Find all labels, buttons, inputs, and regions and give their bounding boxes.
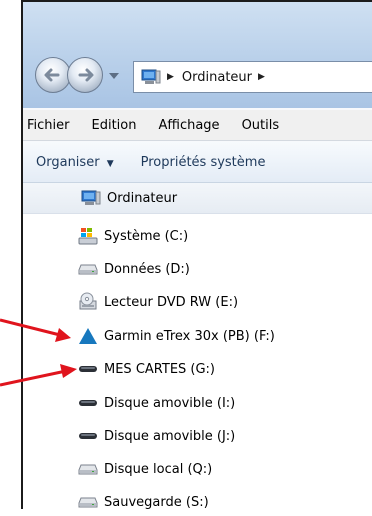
windows-drive-icon [78,226,98,246]
tree-root-row[interactable]: Ordinateur [23,183,372,214]
explorer-window: ▶ Ordinateur ▶ Fichier Edition Affichage… [21,0,372,510]
removable-drive-icon [78,393,98,413]
menu-fichier[interactable]: Fichier [27,118,70,133]
back-button[interactable] [35,57,71,93]
system-properties-button[interactable]: Propriétés système [141,155,266,170]
breadcrumb-ordinateur[interactable]: Ordinateur [182,70,252,85]
drive-row-f[interactable]: Garmin eTrex 30x (PB) (F:) [78,322,275,350]
garmin-triangle-icon [78,326,98,346]
navigation-buttons [33,57,148,97]
chevron-down-icon: ▼ [106,158,114,169]
hard-drive-icon [78,459,98,479]
menu-affichage[interactable]: Affichage [158,118,219,133]
computer-icon [81,188,101,208]
menu-bar: Fichier Edition Affichage Outils [23,110,372,141]
chevron-right-icon[interactable]: ▶ [258,72,265,82]
organize-label: Organiser [36,154,100,170]
navigation-pane: Ordinateur Système (C:) Données (D:) Lec… [23,183,372,510]
computer-icon [141,69,161,84]
drive-row-d[interactable]: Données (D:) [78,255,190,283]
dvd-drive-icon [78,292,98,312]
drive-label: Disque amovible (J:) [104,428,236,444]
drive-label: Disque amovible (I:) [104,395,236,411]
drive-label: Sauvegarde (S:) [104,494,209,510]
drive-row-g[interactable]: MES CARTES (G:) [78,355,215,383]
drive-row-e[interactable]: Lecteur DVD RW (E:) [78,288,238,316]
recent-pages-dropdown[interactable] [109,73,119,79]
drive-row-j[interactable]: Disque amovible (J:) [78,422,235,450]
menu-outils[interactable]: Outils [242,118,280,133]
drive-row-c[interactable]: Système (C:) [78,222,188,250]
drive-label: Garmin eTrex 30x (PB) (F:) [104,328,275,344]
removable-drive-icon [78,359,98,379]
chevron-right-icon[interactable]: ▶ [167,72,174,82]
organize-button[interactable]: Organiser ▼ [36,155,114,170]
removable-drive-icon [78,426,98,446]
drive-row-q[interactable]: Disque local (Q:) [78,455,212,483]
drive-label: Lecteur DVD RW (E:) [104,294,239,310]
forward-arrow-icon [78,68,94,82]
address-bar[interactable]: ▶ Ordinateur ▶ [133,61,372,93]
drive-row-s[interactable]: Sauvegarde (S:) [78,488,209,516]
hard-drive-icon [78,259,98,279]
drive-row-i[interactable]: Disque amovible (I:) [78,389,235,417]
menu-edition[interactable]: Edition [92,118,137,133]
back-arrow-icon [44,68,60,82]
hard-drive-icon [78,492,98,512]
drive-label: Disque local (Q:) [104,461,213,477]
command-bar: Organiser ▼ Propriétés système [23,142,372,183]
forward-button[interactable] [67,57,103,93]
tree-root-label: Ordinateur [107,190,178,206]
title-bar: ▶ Ordinateur ▶ [23,2,372,108]
drive-label: MES CARTES (G:) [104,361,216,377]
drive-label: Système (C:) [104,228,189,244]
drive-label: Données (D:) [104,261,190,277]
